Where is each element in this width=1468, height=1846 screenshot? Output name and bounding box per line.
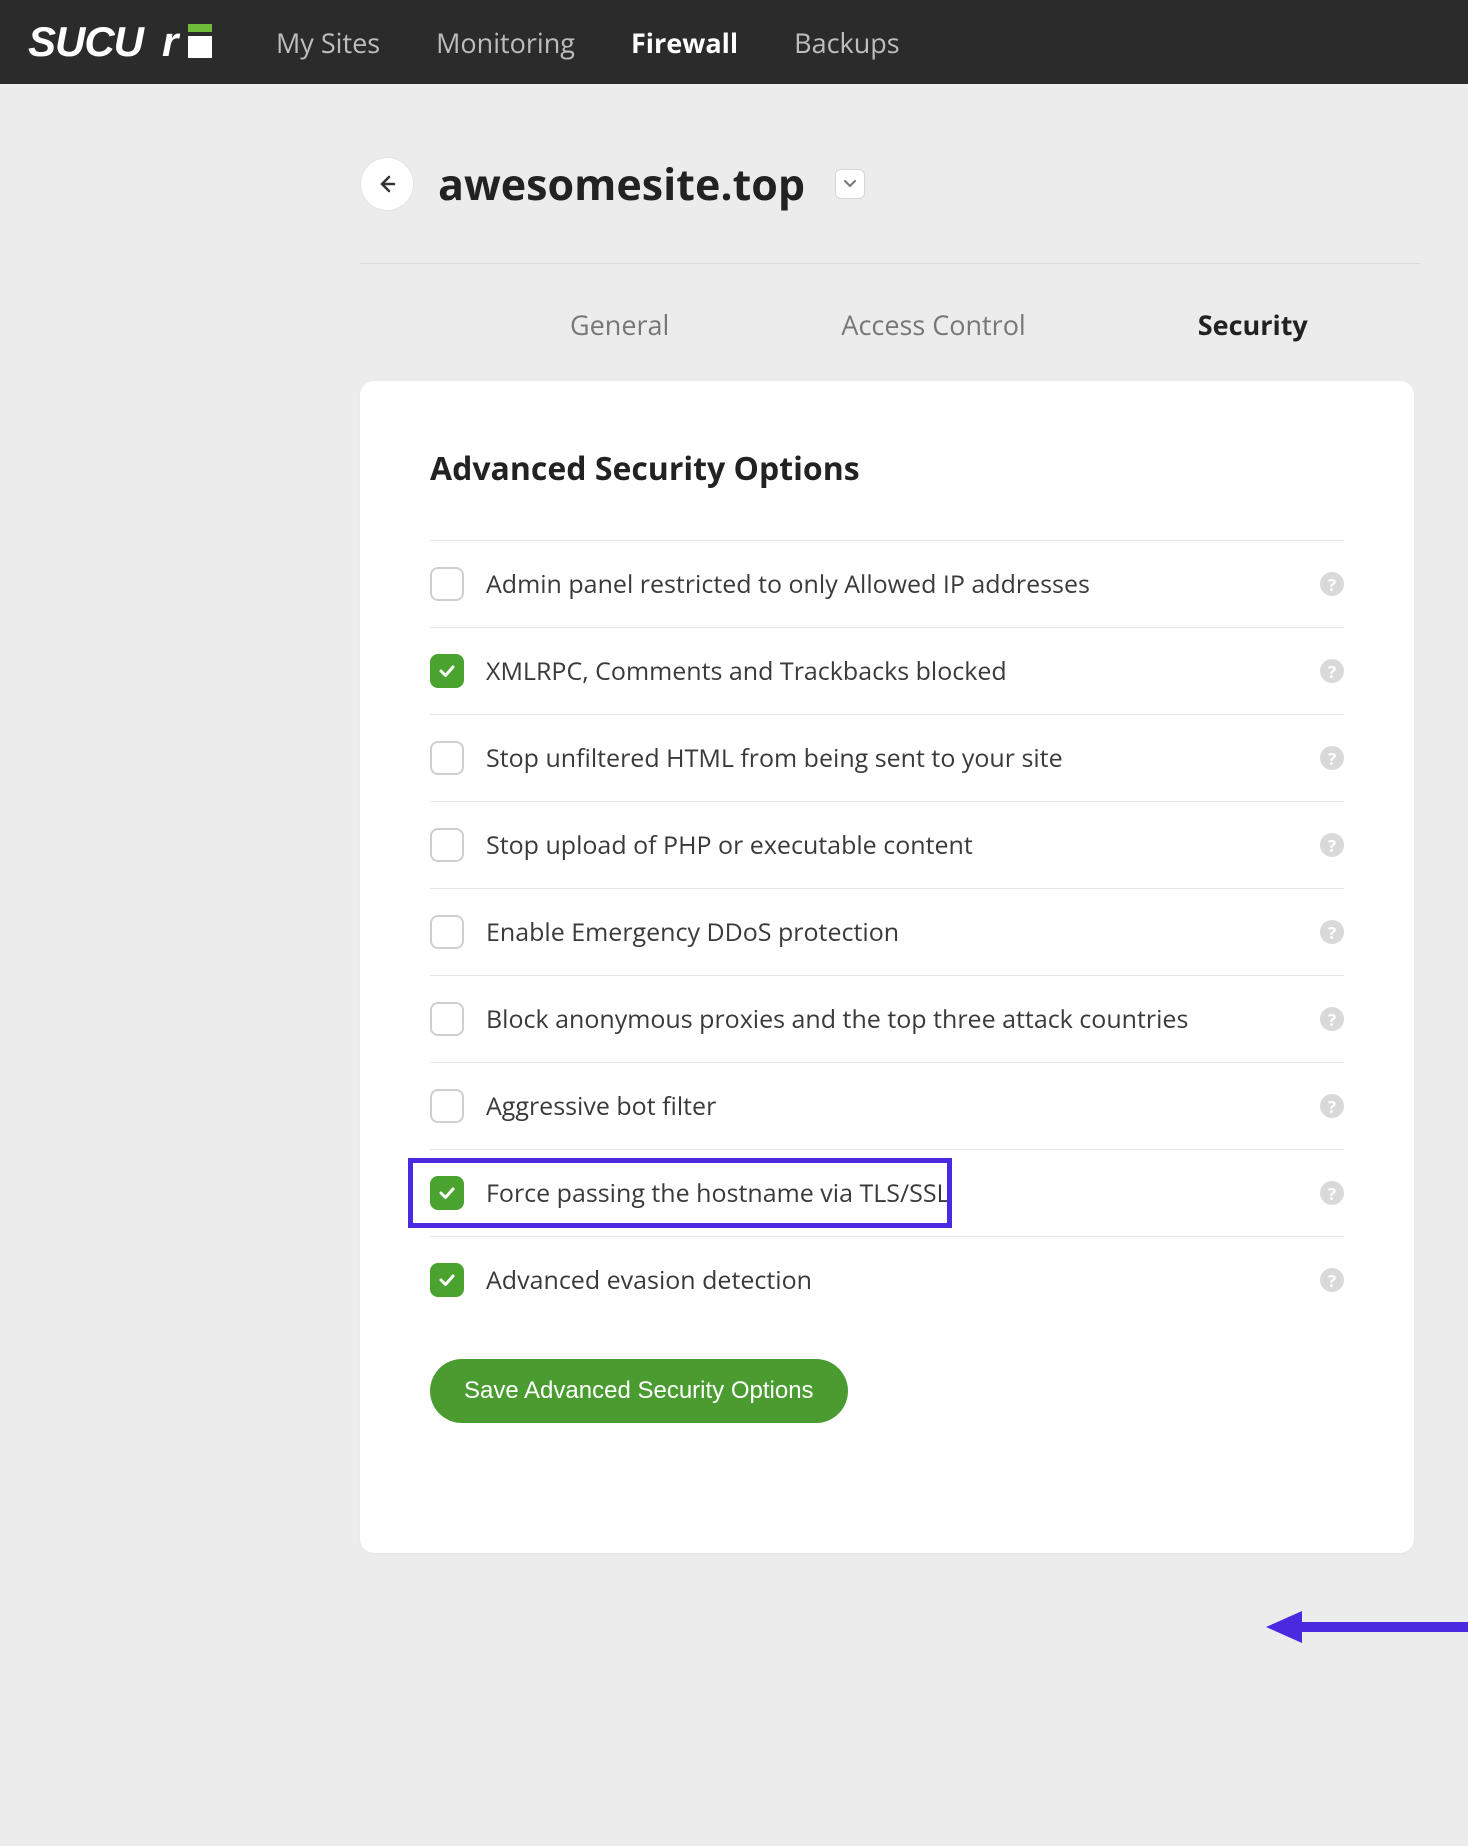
option-label: Advanced evasion detection (486, 1263, 1320, 1297)
help-icon[interactable]: ? (1320, 1268, 1344, 1292)
option-row: Advanced evasion detection? (430, 1236, 1344, 1323)
help-icon[interactable]: ? (1320, 659, 1344, 683)
help-icon[interactable]: ? (1320, 833, 1344, 857)
nav-backups[interactable]: Backups (794, 24, 900, 61)
section-title: Advanced Security Options (430, 447, 1344, 490)
option-checkbox[interactable] (430, 741, 464, 775)
nav-firewall[interactable]: Firewall (631, 24, 738, 61)
page-header: awesomesite.top General Access Control S… (360, 84, 1420, 381)
tab-general[interactable]: General (570, 306, 669, 343)
option-label: Stop unfiltered HTML from being sent to … (486, 741, 1320, 775)
check-icon (437, 1183, 457, 1203)
option-row: Stop upload of PHP or executable content… (430, 801, 1344, 888)
annotation-arrow-icon (1266, 1607, 1468, 1647)
svg-text:r: r (162, 20, 181, 64)
option-label: Aggressive bot filter (486, 1089, 1320, 1123)
option-label: Enable Emergency DDoS protection (486, 915, 1320, 949)
option-row: Stop unfiltered HTML from being sent to … (430, 714, 1344, 801)
options-list: Admin panel restricted to only Allowed I… (430, 540, 1344, 1323)
arrow-left-icon (377, 174, 397, 194)
help-icon[interactable]: ? (1320, 572, 1344, 596)
security-options-card: Advanced Security Options Admin panel re… (360, 381, 1414, 1553)
nav-my-sites[interactable]: My Sites (276, 24, 380, 61)
option-row: Admin panel restricted to only Allowed I… (430, 540, 1344, 627)
help-icon[interactable]: ? (1320, 1007, 1344, 1031)
help-icon[interactable]: ? (1320, 1181, 1344, 1205)
option-row: XMLRPC, Comments and Trackbacks blocked? (430, 627, 1344, 714)
svg-text:SUCU: SUCU (28, 20, 146, 64)
back-button[interactable] (360, 157, 414, 211)
option-label: XMLRPC, Comments and Trackbacks blocked (486, 654, 1320, 688)
option-checkbox[interactable] (430, 567, 464, 601)
option-row: Force passing the hostname via TLS/SSL? (430, 1149, 1344, 1236)
option-row: Aggressive bot filter? (430, 1062, 1344, 1149)
option-checkbox[interactable] (430, 1176, 464, 1210)
help-icon[interactable]: ? (1320, 920, 1344, 944)
option-label: Stop upload of PHP or executable content (486, 828, 1320, 862)
option-checkbox[interactable] (430, 1002, 464, 1036)
caret-down-icon (844, 180, 856, 188)
option-row: Enable Emergency DDoS protection? (430, 888, 1344, 975)
tab-security[interactable]: Security (1198, 306, 1308, 343)
primary-nav: My Sites Monitoring Firewall Backups (276, 24, 900, 61)
check-icon (437, 1270, 457, 1290)
option-checkbox[interactable] (430, 828, 464, 862)
nav-monitoring[interactable]: Monitoring (436, 24, 575, 61)
help-icon[interactable]: ? (1320, 746, 1344, 770)
section-tabs: General Access Control Security HTTPS/SS… (360, 264, 1420, 381)
option-label: Block anonymous proxies and the top thre… (486, 1002, 1320, 1036)
save-button[interactable]: Save Advanced Security Options (430, 1359, 848, 1423)
option-checkbox[interactable] (430, 654, 464, 688)
option-label: Force passing the hostname via TLS/SSL (486, 1176, 1320, 1210)
option-row: Block anonymous proxies and the top thre… (430, 975, 1344, 1062)
option-label: Admin panel restricted to only Allowed I… (486, 567, 1320, 601)
option-checkbox[interactable] (430, 1089, 464, 1123)
site-name: awesomesite.top (438, 154, 805, 213)
top-navbar: SUCU r My Sites Monitoring Firewall Back… (0, 0, 1468, 84)
brand-logo: SUCU r (28, 20, 216, 64)
site-switcher-button[interactable] (835, 169, 865, 199)
check-icon (437, 661, 457, 681)
tab-access-control[interactable]: Access Control (841, 306, 1025, 343)
help-icon[interactable]: ? (1320, 1094, 1344, 1118)
option-checkbox[interactable] (430, 1263, 464, 1297)
option-checkbox[interactable] (430, 915, 464, 949)
